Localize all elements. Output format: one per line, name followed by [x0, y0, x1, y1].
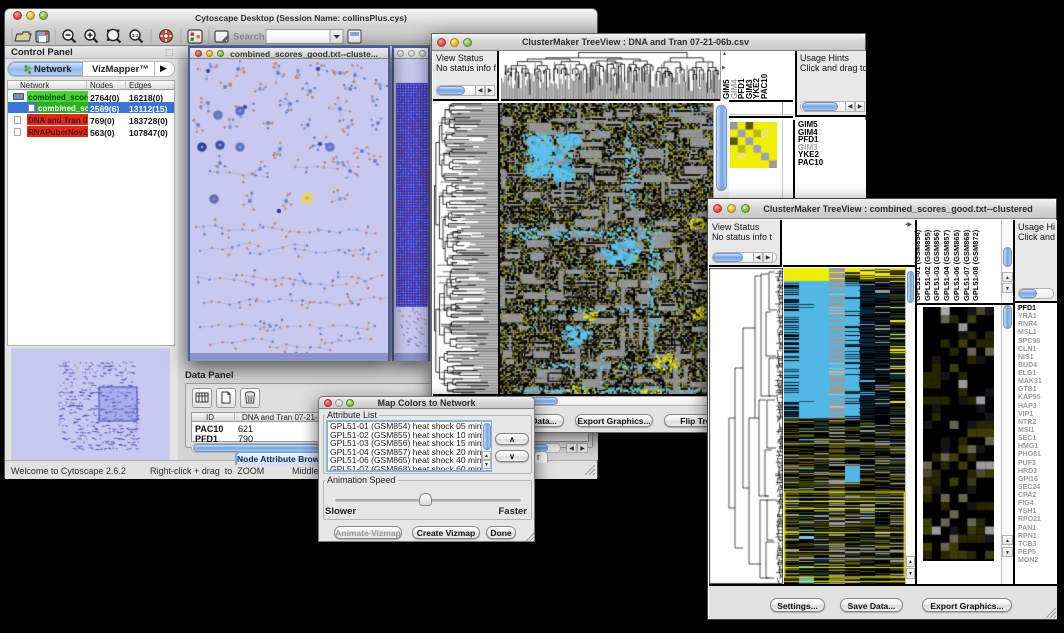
svg-text:1:1: 1:1	[132, 33, 139, 38]
svg-text:Search:: Search:	[233, 32, 268, 43]
